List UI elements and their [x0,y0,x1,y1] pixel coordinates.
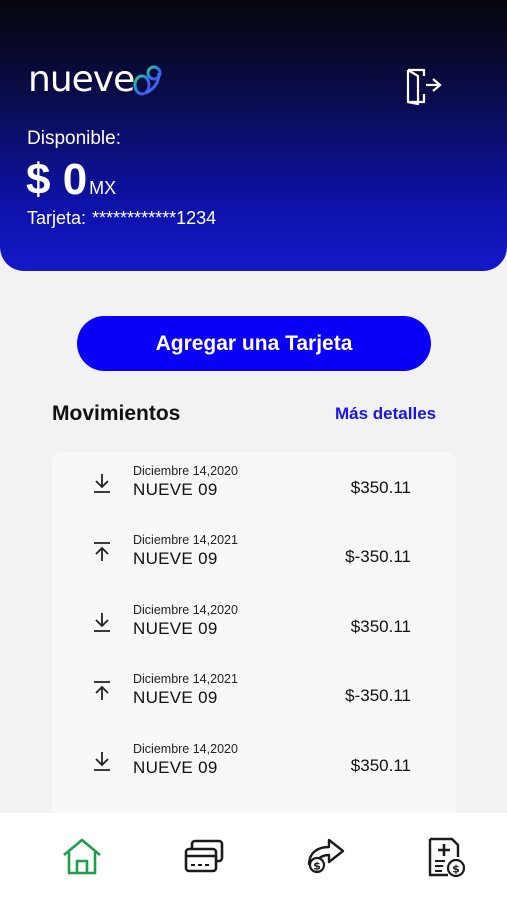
list-item[interactable]: Diciembre 14,2020 NUEVE 09 $350.11 [52,730,456,799]
movement-amount: $350.11 [350,617,411,636]
card-label: Tarjeta: [27,208,87,228]
movement-amount: $-350.11 [345,547,411,566]
movement-name: NUEVE 09 [133,480,218,499]
logo-09-mark [133,65,162,96]
movement-name: NUEVE 09 [133,688,218,707]
nueve-logo: nueve [28,60,164,100]
arrow-down-icon [94,752,110,771]
available-label: Disponible: [27,128,121,149]
account-header: nueve Disponible: $ 0 MX Tarjeta: ******… [0,0,507,271]
movement-date: Diciembre 14,2020 [133,464,238,478]
movement-date: Diciembre 14,2020 [133,603,238,617]
add-card-button[interactable]: Agregar una Tarjeta [77,316,431,371]
logout-icon[interactable] [402,64,446,108]
balance-amount: $ 0 [26,155,88,204]
movement-name: NUEVE 09 [133,758,218,777]
list-item[interactable]: Diciembre 14,2021 NUEVE 09 $-350.11 [52,660,456,729]
card-number-line: Tarjeta: ************1234 [27,208,216,229]
list-item[interactable]: Diciembre 14,2020 NUEVE 09 $350.11 [52,452,456,521]
arrow-up-icon [94,542,110,561]
home-icon[interactable] [60,835,104,879]
balance-currency: MX [89,178,117,198]
movement-date: Diciembre 14,2020 [133,742,238,756]
svg-text:$: $ [452,863,460,876]
svg-text:$: $ [313,860,321,873]
movement-amount: $350.11 [350,478,411,497]
movement-name: NUEVE 09 [133,549,218,568]
card-number: ************1234 [92,208,217,228]
balance: $ 0 MX [26,153,116,207]
arrow-down-icon [94,613,110,632]
movement-date: Diciembre 14,2021 [133,672,238,686]
more-details-link[interactable]: Más detalles [335,404,436,424]
transfer-icon[interactable]: $ [303,835,347,879]
movements-title: Movimientos [52,402,181,425]
logo-text: nueve [28,59,135,100]
movements-list: Diciembre 14,2020 NUEVE 09 $350.11 Dicie… [52,452,456,832]
payments-icon[interactable]: $ [424,835,468,879]
movement-date: Diciembre 14,2021 [133,533,238,547]
movement-amount: $350.11 [350,756,411,775]
arrow-down-icon [94,474,110,493]
movement-name: NUEVE 09 [133,619,218,638]
bottom-nav: $ $ [0,813,507,900]
movement-amount: $-350.11 [345,686,411,705]
list-item[interactable]: Diciembre 14,2021 NUEVE 09 $-350.11 [52,521,456,590]
arrow-up-icon [94,681,110,700]
cards-icon[interactable] [182,835,226,879]
list-item[interactable]: Diciembre 14,2020 NUEVE 09 $350.11 [52,591,456,660]
